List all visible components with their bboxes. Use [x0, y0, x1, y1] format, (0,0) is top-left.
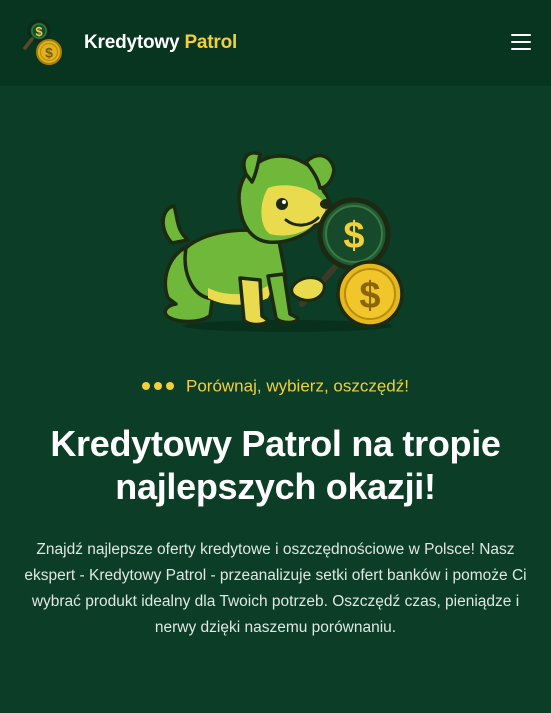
menu-line — [511, 48, 531, 50]
hero-title: Kredytowy Patrol na tropie najlepszych o… — [50, 423, 501, 507]
page: $ $ Kredytowy Patrol $ $ Porównaj, wybie… — [0, 0, 551, 713]
svg-text:$: $ — [359, 275, 380, 317]
magnifier-coin-icon: $ $ — [23, 19, 62, 65]
brand-accent: Patrol — [184, 32, 238, 53]
svg-text:$: $ — [45, 45, 53, 61]
menu-line — [511, 41, 531, 43]
logo-link[interactable]: $ $ Kredytowy Patrol — [22, 18, 237, 68]
hero-description: Znajdź najlepsze oferty kredytowe i oszc… — [24, 541, 527, 636]
menu-line — [511, 34, 531, 36]
brand-name: Kredytowy Patrol — [84, 32, 237, 54]
hamburger-menu-icon[interactable] — [511, 33, 531, 51]
site-header: $ $ Kredytowy Patrol — [0, 0, 551, 86]
dog-with-magnifier-and-coin-illustration: $ $ — [161, 151, 404, 332]
dots-icon — [142, 377, 178, 397]
hero-tagline: Porównaj, wybierz, oszczędź! — [0, 376, 551, 397]
brand-main: Kredytowy — [84, 32, 180, 53]
svg-text:$: $ — [35, 24, 43, 39]
tagline-text: Porównaj, wybierz, oszczędź! — [186, 376, 409, 396]
svg-text:$: $ — [343, 215, 364, 257]
